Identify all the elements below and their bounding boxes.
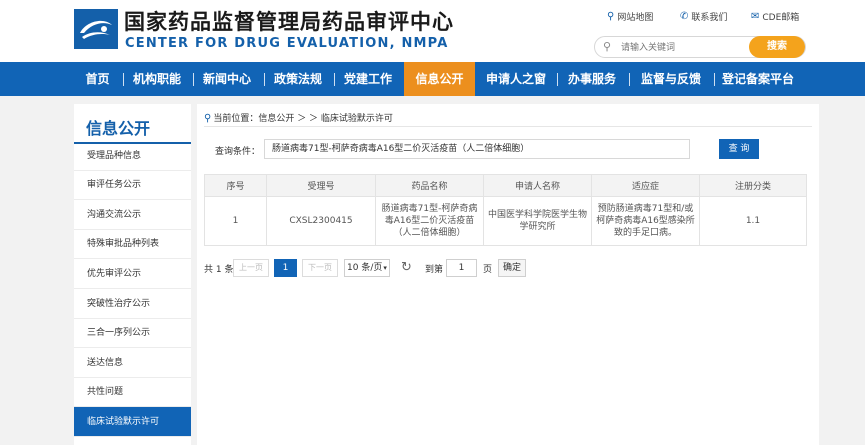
- query-label: 查询条件：: [215, 147, 261, 157]
- page-suffix: 页: [483, 265, 493, 275]
- sidebar-item-priority[interactable]: 优先审评公示: [74, 259, 191, 289]
- sidebar-item-common-issues[interactable]: 共性问题: [74, 377, 191, 407]
- main-nav: 首页 机构职能 新闻中心 政策法规 党建工作 信息公开 申请人之窗 办事服务 监…: [0, 62, 865, 96]
- site-header: 国家药品监督管理局药品审评中心 CENTER FOR DRUG EVALUATI…: [0, 0, 865, 62]
- sidebar-item-three-in-one[interactable]: 三合一序列公示: [74, 318, 191, 348]
- nav-divider: [193, 73, 194, 86]
- col-header-category: 注册分类: [699, 174, 807, 197]
- nav-divider: [714, 73, 715, 86]
- main-content: ⚲ 当前位置：信息公开 ＞ ＞ 临床试验默示许可 查询条件： 肠道病毒71型-柯萨…: [197, 104, 819, 445]
- nav-policy[interactable]: 政策法规: [268, 62, 328, 96]
- nav-supervision[interactable]: 监督与反馈: [633, 62, 709, 96]
- goto-page-input[interactable]: 1: [446, 259, 477, 277]
- sidebar-title: 信息公开: [86, 119, 151, 138]
- nav-divider: [629, 73, 630, 86]
- col-header-no: 序号: [204, 174, 267, 197]
- table-header-row: 序号 受理号 药品名称 申请人名称 适应症 注册分类: [204, 174, 807, 197]
- cell-accept-no: CXSL2300415: [266, 196, 376, 246]
- nav-divider: [557, 73, 558, 86]
- mail-link[interactable]: ✉ CDE邮箱: [751, 10, 799, 23]
- breadcrumb-divider: [204, 126, 812, 127]
- site-title-en: CENTER FOR DRUG EVALUATION, NMPA: [125, 36, 449, 51]
- cell-category: 1.1: [699, 196, 807, 246]
- sidebar-item-communication[interactable]: 沟通交流公示: [74, 200, 191, 230]
- current-page-button[interactable]: 1: [274, 259, 297, 277]
- col-header-drug-name: 药品名称: [375, 174, 484, 197]
- sidebar-item-clinical-trial[interactable]: 临床试验默示许可: [74, 407, 191, 437]
- total-count: 共 1 条: [204, 265, 234, 275]
- col-header-accept-no: 受理号: [266, 174, 376, 197]
- search-icon: ⚲: [603, 40, 612, 53]
- table-row[interactable]: 1 CXSL2300415 肠道病毒71型-柯萨奇病毒A16型二价灭活疫苗（人二…: [204, 196, 807, 246]
- cell-indication: 预防肠道病毒71型和/或柯萨奇病毒A16型感染所致的手足口病。: [591, 196, 700, 246]
- col-header-indication: 适应症: [591, 174, 700, 197]
- mail-icon: ✉: [751, 11, 760, 22]
- search-button[interactable]: 搜索: [749, 36, 805, 58]
- sidebar-item-accepted[interactable]: 受理品种信息: [74, 141, 191, 171]
- nav-registration[interactable]: 登记备案平台: [718, 62, 798, 96]
- site-title-cn: 国家药品监督管理局药品审评中心: [124, 10, 454, 34]
- sitemap-link[interactable]: ⚲ 网站地图: [607, 10, 653, 23]
- page-size-select[interactable]: 10 条/页▾: [344, 259, 390, 277]
- nav-info-public[interactable]: 信息公开: [404, 62, 475, 96]
- query-button[interactable]: 查 询: [719, 139, 759, 159]
- sidebar-item-delivery[interactable]: 送达信息: [74, 348, 191, 378]
- next-page-button[interactable]: 下一页: [302, 259, 338, 277]
- cell-drug-name: 肠道病毒71型-柯萨奇病毒A16型二价灭活疫苗（人二倍体细胞）: [375, 196, 484, 246]
- prev-page-button[interactable]: 上一页: [233, 259, 269, 277]
- contact-link[interactable]: ✆ 联系我们: [680, 10, 727, 23]
- phone-icon: ✆: [680, 11, 689, 22]
- col-header-applicant: 申请人名称: [483, 174, 592, 197]
- query-input[interactable]: 肠道病毒71型-柯萨奇病毒A16型二价灭活疫苗（人二倍体细胞）: [264, 139, 690, 159]
- nav-functions[interactable]: 机构职能: [127, 62, 187, 96]
- cde-logo[interactable]: [74, 9, 118, 49]
- nav-home[interactable]: 首页: [76, 62, 119, 96]
- nav-news[interactable]: 新闻中心: [197, 62, 257, 96]
- nav-divider: [334, 73, 335, 86]
- cell-applicant: 中国医学科学院医学生物学研究所: [483, 196, 592, 246]
- chevron-down-icon: ▾: [383, 264, 387, 272]
- map-pin-icon: ⚲: [607, 11, 615, 22]
- sidebar-item-review-tasks[interactable]: 审评任务公示: [74, 170, 191, 200]
- sidebar-item-breakthrough[interactable]: 突破性治疗公示: [74, 289, 191, 319]
- breadcrumb: ⚲ 当前位置：信息公开 ＞ ＞ 临床试验默示许可: [204, 113, 393, 124]
- nav-party[interactable]: 党建工作: [338, 62, 398, 96]
- sidebar-item-special-approval[interactable]: 特殊审批品种列表: [74, 229, 191, 259]
- sidebar: 信息公开 受理品种信息 审评任务公示 沟通交流公示 特殊审批品种列表 优先审评公…: [74, 104, 191, 445]
- refresh-icon[interactable]: ↻: [401, 259, 412, 276]
- location-pin-icon: ⚲: [204, 113, 212, 124]
- nav-divider: [123, 73, 124, 86]
- nav-divider: [264, 73, 265, 86]
- search-input[interactable]: [621, 40, 741, 55]
- goto-confirm-button[interactable]: 确定: [498, 259, 526, 277]
- nav-applicant[interactable]: 申请人之窗: [480, 62, 552, 96]
- results-table: 序号 受理号 药品名称 申请人名称 适应症 注册分类 1 CXSL2300415…: [204, 174, 807, 246]
- cell-no: 1: [204, 196, 267, 246]
- search-box: ⚲ 搜索: [594, 36, 806, 58]
- nav-services[interactable]: 办事服务: [561, 62, 623, 96]
- goto-label: 到第: [425, 265, 444, 275]
